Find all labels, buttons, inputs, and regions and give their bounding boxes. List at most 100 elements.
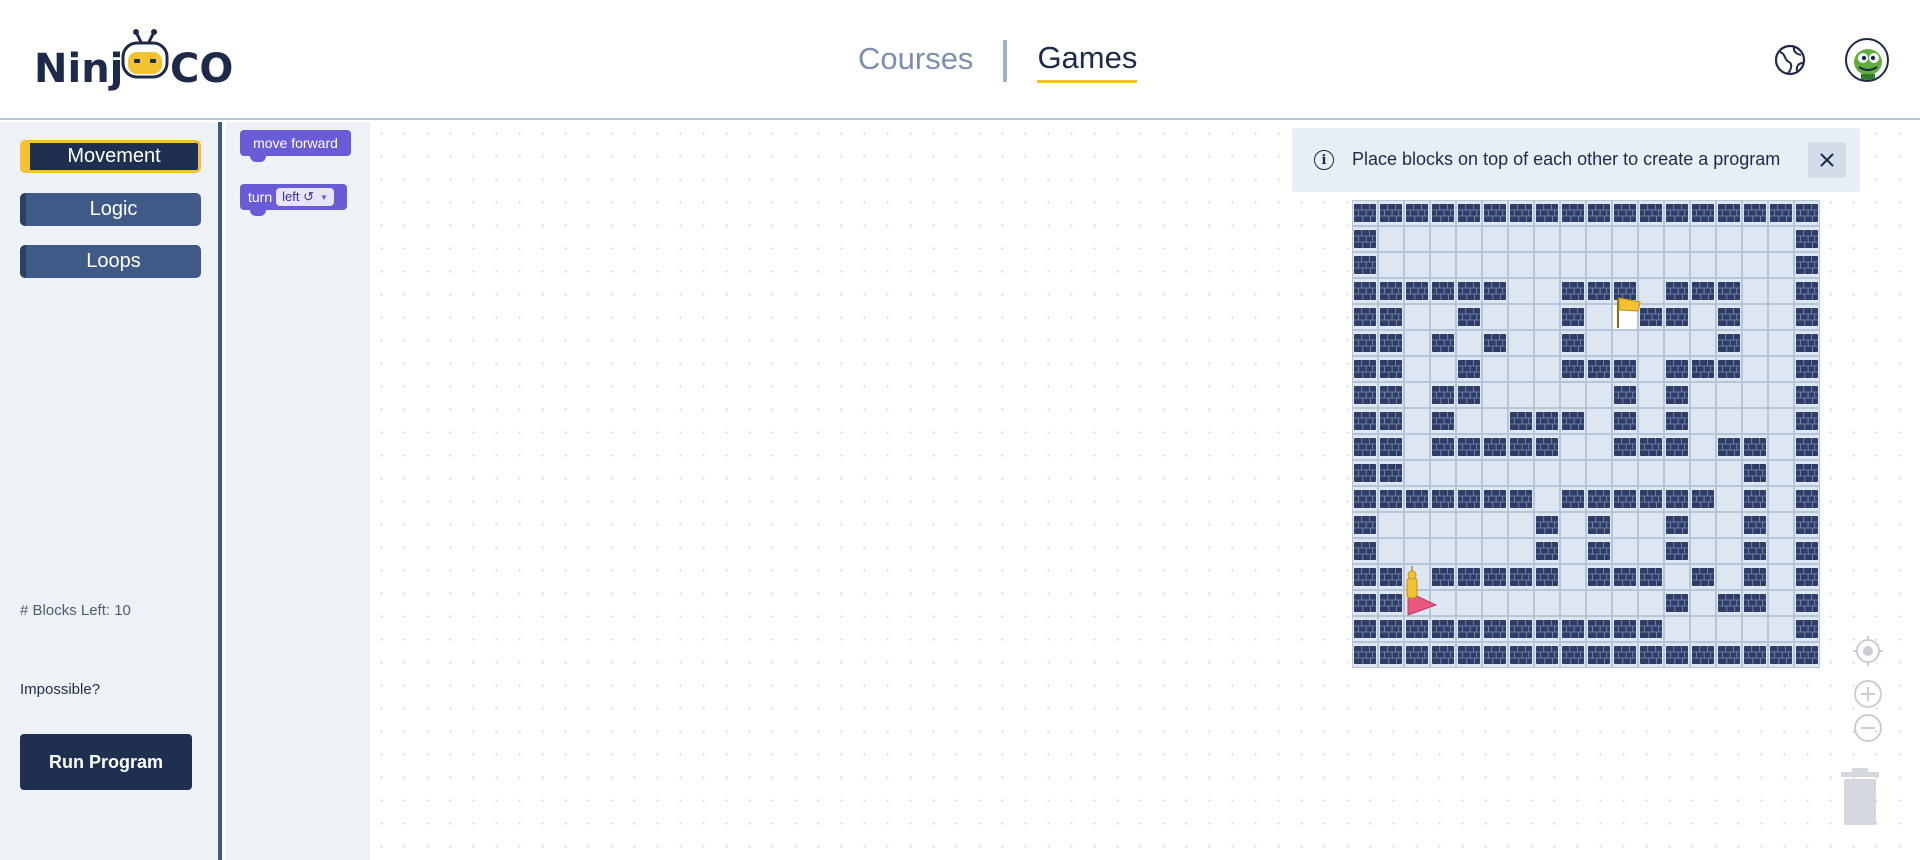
maze-floor-tile: [1378, 252, 1404, 278]
maze-floor-tile: [1586, 434, 1612, 460]
maze-floor-tile: [1716, 538, 1742, 564]
maze-wall-tile: [1716, 200, 1742, 226]
globe-icon[interactable]: [1774, 44, 1806, 76]
maze-wall-tile: [1716, 278, 1742, 304]
maze-floor-tile: [1768, 434, 1794, 460]
maze-wall-tile: [1508, 200, 1534, 226]
maze-wall-tile: [1352, 486, 1378, 512]
maze-wall-tile: [1378, 460, 1404, 486]
maze-floor-tile: [1508, 356, 1534, 382]
maze-wall-tile: [1612, 642, 1638, 668]
maze-floor-tile: [1768, 460, 1794, 486]
maze-floor-tile: [1560, 460, 1586, 486]
maze-floor-tile: [1482, 460, 1508, 486]
category-movement[interactable]: Movement: [20, 140, 201, 173]
maze-floor-tile: [1768, 304, 1794, 330]
maze-floor-tile: [1638, 278, 1664, 304]
run-program-button[interactable]: Run Program: [20, 734, 192, 790]
maze-wall-tile: [1352, 330, 1378, 356]
maze-wall-tile: [1560, 642, 1586, 668]
maze-wall-tile: [1404, 616, 1430, 642]
nav-tab-games[interactable]: Games: [1037, 40, 1138, 83]
maze-wall-tile: [1456, 278, 1482, 304]
maze-wall-tile: [1664, 590, 1690, 616]
maze-floor-tile: [1638, 512, 1664, 538]
maze-wall-tile: [1482, 330, 1508, 356]
nav-tab-courses[interactable]: Courses: [858, 41, 973, 81]
maze-wall-tile: [1534, 642, 1560, 668]
category-loops[interactable]: Loops: [20, 245, 201, 278]
maze-wall-tile: [1612, 616, 1638, 642]
trash-icon[interactable]: [1840, 768, 1880, 826]
maze-floor-tile: [1508, 304, 1534, 330]
maze-floor-tile: [1404, 538, 1430, 564]
maze-floor-tile: [1612, 538, 1638, 564]
maze-wall-tile: [1612, 486, 1638, 512]
user-avatar[interactable]: [1845, 38, 1889, 82]
maze-wall-tile: [1430, 408, 1456, 434]
goal-flag-icon: [1613, 297, 1641, 329]
maze-wall-tile: [1456, 616, 1482, 642]
maze-wall-tile: [1794, 226, 1820, 252]
maze-floor-tile: [1404, 408, 1430, 434]
recenter-icon[interactable]: [1853, 636, 1883, 666]
maze-wall-tile: [1352, 616, 1378, 642]
maze-wall-tile: [1560, 356, 1586, 382]
maze-floor-tile: [1482, 356, 1508, 382]
maze-floor-tile: [1508, 590, 1534, 616]
maze-floor-tile: [1378, 226, 1404, 252]
maze-wall-tile: [1404, 642, 1430, 668]
maze-wall-tile: [1664, 512, 1690, 538]
maze-wall-tile: [1534, 200, 1560, 226]
close-banner-button[interactable]: [1808, 142, 1846, 178]
maze-wall-tile: [1404, 278, 1430, 304]
zoom-out-icon[interactable]: [1853, 713, 1883, 743]
impossible-link[interactable]: Impossible?: [20, 681, 100, 698]
maze-floor-tile: [1638, 590, 1664, 616]
maze-wall-tile: [1352, 590, 1378, 616]
maze-floor-tile: [1534, 252, 1560, 278]
maze-floor-tile: [1768, 226, 1794, 252]
maze-wall-tile: [1690, 356, 1716, 382]
turn-block[interactable]: turn left ↺ ▼: [240, 184, 347, 216]
maze-floor-tile: [1586, 252, 1612, 278]
maze-wall-tile: [1352, 538, 1378, 564]
maze-wall-tile: [1430, 486, 1456, 512]
maze-wall-tile: [1794, 642, 1820, 668]
maze-wall-tile: [1612, 200, 1638, 226]
maze-wall-tile: [1430, 330, 1456, 356]
category-logic[interactable]: Logic: [20, 193, 201, 226]
zoom-in-icon[interactable]: [1853, 679, 1883, 709]
maze-floor-tile: [1456, 460, 1482, 486]
maze-floor-tile: [1482, 512, 1508, 538]
maze-wall-tile: [1664, 538, 1690, 564]
maze-floor-tile: [1586, 330, 1612, 356]
maze-floor-tile: [1716, 382, 1742, 408]
maze-floor-tile: [1638, 408, 1664, 434]
maze-wall-tile: [1456, 200, 1482, 226]
maze-floor-tile: [1430, 460, 1456, 486]
maze-wall-tile: [1352, 460, 1378, 486]
maze-floor-tile: [1768, 486, 1794, 512]
maze-wall-tile: [1378, 304, 1404, 330]
turn-direction-dropdown[interactable]: left ↺ ▼: [276, 188, 334, 206]
maze-floor-tile: [1534, 304, 1560, 330]
ninjaco-logo[interactable]: Ninj CO: [34, 28, 233, 98]
maze-wall-tile: [1508, 434, 1534, 460]
maze-board: [1352, 200, 1820, 668]
maze-floor-tile: [1664, 330, 1690, 356]
maze-wall-tile: [1794, 590, 1820, 616]
maze-floor-tile: [1534, 278, 1560, 304]
move-forward-block[interactable]: move forward: [240, 130, 351, 162]
maze-wall-tile: [1508, 564, 1534, 590]
maze-wall-tile: [1716, 330, 1742, 356]
maze-wall-tile: [1586, 616, 1612, 642]
maze-wall-tile: [1586, 278, 1612, 304]
maze-wall-tile: [1794, 356, 1820, 382]
maze-wall-tile: [1352, 408, 1378, 434]
maze-wall-tile: [1430, 642, 1456, 668]
maze-floor-tile: [1716, 564, 1742, 590]
maze-wall-tile: [1664, 408, 1690, 434]
maze-floor-tile: [1482, 304, 1508, 330]
maze-wall-tile: [1534, 564, 1560, 590]
